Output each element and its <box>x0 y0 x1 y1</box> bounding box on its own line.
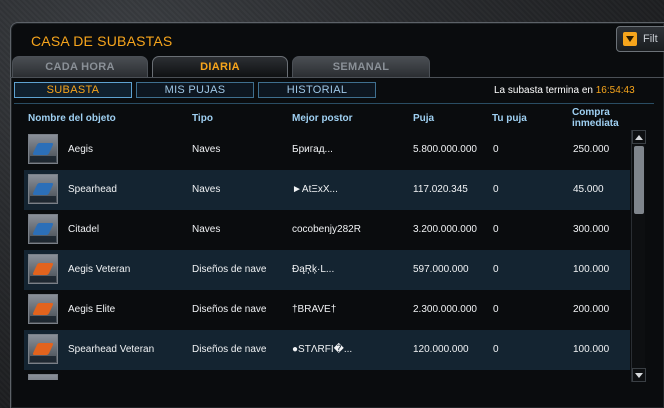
cell-your-bid: 0 <box>493 184 499 195</box>
cell-name: Aegis Elite <box>68 304 116 315</box>
cell-your-bid: 0 <box>493 224 499 235</box>
scroll-up-arrow-icon[interactable] <box>632 130 646 144</box>
ship-shape <box>32 183 54 195</box>
cell-type: Naves <box>192 144 221 155</box>
column-header-bid[interactable]: Puja <box>413 113 434 124</box>
cell-bid: 120.000.000 <box>413 344 469 355</box>
table-row[interactable] <box>24 370 630 380</box>
column-header-type[interactable]: Tipo <box>192 113 213 124</box>
cell-bid: 117.020.345 <box>413 184 468 195</box>
ship-shape <box>32 223 54 235</box>
tabs-divider <box>10 77 664 78</box>
filter-label: Filt <box>643 33 658 45</box>
column-header-your-bid[interactable]: Tu puja <box>492 113 527 124</box>
table-row[interactable]: Spearhead Veteran Diseños de nave ●STΛRFI�… <box>24 330 630 370</box>
column-header-buy-now-line1: Compra <box>572 107 610 118</box>
cell-bid: 2.300.000.000 <box>413 304 477 315</box>
ship-shape <box>32 343 54 355</box>
header-divider <box>14 103 654 104</box>
subtab-mis-pujas[interactable]: MIS PUJAS <box>136 82 254 98</box>
cell-name: Spearhead <box>68 184 117 195</box>
cell-buy-now: 100.000 <box>573 344 610 355</box>
cell-your-bid: 0 <box>493 264 499 275</box>
auction-end-time: 16:54:43 <box>595 85 635 96</box>
cell-bid: 597.000.000 <box>413 264 469 275</box>
period-tabs: CADA HORA DIARIA SEMANAL <box>12 56 430 78</box>
ship-shape <box>32 303 54 315</box>
scroll-down-arrow-icon[interactable] <box>632 368 646 382</box>
thumb-caption-bar <box>30 316 56 322</box>
cell-bid: 3.200.000.000 <box>413 224 477 235</box>
table-row[interactable]: Citadel Naves cocobenjy282R 3.200.000.000 0 3… <box>24 210 630 250</box>
scrollbar[interactable] <box>631 130 646 382</box>
aegis-design-icon <box>28 254 58 284</box>
subtab-historial[interactable]: HISTORIAL <box>258 82 376 98</box>
table-row[interactable]: Aegis Veteran Diseños de nave ĐąŖķ·L... 597… <box>24 250 630 290</box>
column-header-name[interactable]: Nombre del objeto <box>28 113 116 124</box>
thumb-caption-bar <box>30 356 56 362</box>
filter-button[interactable]: Filt <box>616 26 664 52</box>
table-row[interactable]: Spearhead Naves ►AtΞxX... 117.020.345 0 45.00… <box>24 170 630 210</box>
cell-bidder: †BRAVE† <box>292 304 337 315</box>
thumb-caption-bar <box>30 276 56 282</box>
cell-type: Diseños de nave <box>192 344 267 355</box>
window-title: CASA DE SUBASTAS <box>31 33 173 49</box>
cell-bidder: ĐąŖķ·L... <box>292 264 335 275</box>
tab-diaria[interactable]: DIARIA <box>152 56 288 78</box>
cell-your-bid: 0 <box>493 144 499 155</box>
tab-cada-hora[interactable]: CADA HORA <box>12 56 148 78</box>
ship-design-icon <box>28 374 58 380</box>
thumb-caption-bar <box>30 156 56 162</box>
sub-tabs: SUBASTA MIS PUJAS HISTORIAL <box>14 82 376 98</box>
cell-your-bid: 0 <box>493 344 499 355</box>
auction-end-label: La subasta termina en <box>494 85 593 96</box>
spearhead-design-icon <box>28 334 58 364</box>
cell-buy-now: 100.000 <box>573 264 610 275</box>
column-header-bidder[interactable]: Mejor postor <box>292 113 353 124</box>
cell-buy-now: 45.000 <box>573 184 604 195</box>
column-header-buy-now-line2: inmediata <box>572 118 619 129</box>
spearhead-ship-icon <box>28 174 58 204</box>
auction-end-info: La subasta termina en 16:54:43 <box>494 85 635 96</box>
cell-buy-now: 250.000 <box>573 144 610 155</box>
cell-type: Diseños de nave <box>192 304 267 315</box>
cell-type: Diseños de nave <box>192 264 267 275</box>
cell-bidder: Бригад... <box>292 144 333 155</box>
table-row[interactable]: Aegis Elite Diseños de nave †BRAVE† 2.300.0… <box>24 290 630 330</box>
table-row[interactable]: Aegis Naves Бригад... 5.800.000.000 0 250.000 <box>24 130 630 170</box>
cell-buy-now: 200.000 <box>573 304 610 315</box>
cell-buy-now: 300.000 <box>573 224 610 235</box>
cell-name: Citadel <box>68 224 100 235</box>
cell-bidder: ●STΛRFI�... <box>292 344 353 355</box>
column-header-buy-now[interactable]: Compra inmediata <box>572 107 619 129</box>
auction-table: Aegis Naves Бригад... 5.800.000.000 0 250.000… <box>24 130 630 380</box>
cell-name: Aegis Veteran <box>68 264 131 275</box>
aegis-elite-design-icon <box>28 294 58 324</box>
thumb-caption-bar <box>30 196 56 202</box>
cell-your-bid: 0 <box>493 304 499 315</box>
cell-bidder: cocobenjy282R <box>292 224 361 235</box>
cell-name: Aegis <box>68 144 94 155</box>
citadel-ship-icon <box>28 214 58 244</box>
cell-bid: 5.800.000.000 <box>413 144 477 155</box>
scroll-thumb[interactable] <box>634 146 644 214</box>
ship-shape <box>32 143 54 155</box>
cell-type: Naves <box>192 224 221 235</box>
thumb-caption-bar <box>30 236 56 242</box>
subtab-subasta[interactable]: SUBASTA <box>14 82 132 98</box>
aegis-ship-icon <box>28 134 58 164</box>
ship-shape <box>32 263 54 275</box>
cell-bidder: ►AtΞxX... <box>292 184 338 195</box>
cell-name: Spearhead Veteran <box>68 344 155 355</box>
filter-icon <box>623 32 637 46</box>
tab-semanal[interactable]: SEMANAL <box>292 56 430 78</box>
cell-type: Naves <box>192 184 221 195</box>
